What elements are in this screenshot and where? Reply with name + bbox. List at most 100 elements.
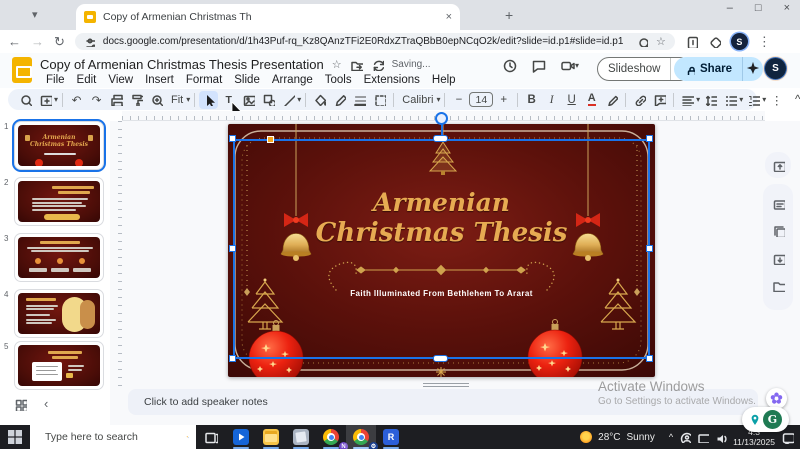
redo-icon[interactable]: ↷ [87, 91, 106, 109]
forward-icon[interactable]: → [31, 34, 44, 49]
tab-close-icon[interactable]: × [446, 11, 452, 23]
reading-list-icon[interactable] [685, 35, 698, 48]
star-document-icon[interactable]: ☆ [332, 58, 342, 71]
font-size-input[interactable]: 14 [469, 92, 493, 107]
fill-color-tool[interactable] [310, 91, 329, 109]
selection-handle-w[interactable] [229, 245, 236, 252]
bulleted-list-button[interactable] [721, 91, 740, 109]
network-icon[interactable] [697, 431, 709, 443]
menu-file[interactable]: File [40, 73, 71, 87]
card-view-button[interactable] [772, 197, 785, 215]
address-bar[interactable]: docs.google.com/presentation/d/1h43Puf-r… [75, 33, 675, 50]
align-button[interactable] [678, 91, 697, 109]
print-icon[interactable] [107, 91, 126, 109]
add-comment-button[interactable] [650, 91, 669, 109]
taskbar-app-movies[interactable] [226, 425, 256, 449]
zoom-dropdown-icon[interactable]: ▾ [186, 95, 190, 104]
search-url-icon[interactable] [637, 36, 648, 47]
task-view-button[interactable] [196, 425, 226, 449]
rotation-handle[interactable] [435, 112, 448, 125]
menu-format[interactable]: Format [180, 73, 228, 87]
slide-title-line1[interactable]: Armenian [228, 188, 655, 217]
menu-insert[interactable]: Insert [139, 73, 180, 87]
decrease-font-icon[interactable]: − [449, 91, 468, 109]
tab-search-icon[interactable]: ▾ [32, 8, 38, 21]
collapse-filmstrip-icon[interactable]: ‹ [44, 396, 48, 411]
border-weight-tool[interactable] [350, 91, 369, 109]
copy-image-button[interactable] [772, 224, 785, 242]
notification-center-icon[interactable] [781, 431, 794, 444]
browser-tab[interactable]: Copy of Armenian Christmas Th × [76, 4, 460, 30]
border-color-tool[interactable] [330, 91, 349, 109]
taskbar-app-explorer[interactable] [256, 425, 286, 449]
taskbar-app-chrome-profile1[interactable]: N [316, 425, 346, 449]
select-tool[interactable] [199, 91, 218, 109]
window-minimize-icon[interactable]: – [727, 2, 733, 14]
new-slide-icon[interactable] [36, 91, 55, 109]
hide-menus-icon[interactable]: ^ [788, 91, 800, 109]
insert-line-tool[interactable] [279, 91, 298, 109]
document-title[interactable]: Copy of Armenian Christmas Thesis Presen… [40, 57, 324, 72]
selection-handle-sw[interactable] [229, 355, 236, 362]
line-dropdown-icon[interactable]: ▾ [297, 95, 301, 104]
slide-thumbnail-4[interactable]: 4 [14, 289, 104, 338]
zoom-select[interactable]: Fit [167, 94, 187, 106]
border-dash-tool[interactable] [370, 91, 389, 109]
theme-anchor-handle[interactable] [267, 136, 274, 143]
notes-resize-handle[interactable] [423, 383, 469, 387]
selection-handle-nw[interactable] [229, 135, 236, 142]
selection-handle-s[interactable] [433, 355, 448, 362]
export-slide-button[interactable] [765, 152, 791, 178]
taskbar-search[interactable] [30, 425, 196, 449]
selection-handle-e[interactable] [646, 245, 653, 252]
slide-thumbnail-2[interactable]: 2 [14, 177, 104, 226]
slides-logo[interactable] [12, 57, 32, 83]
menu-slide[interactable]: Slide [228, 73, 266, 87]
menu-edit[interactable]: Edit [71, 73, 103, 87]
insert-image-tool[interactable] [239, 91, 258, 109]
new-tab-icon[interactable]: + [505, 7, 513, 23]
font-dropdown-icon[interactable]: ▾ [436, 95, 440, 104]
bold-button[interactable]: B [522, 91, 541, 109]
slide-thumbnail-1[interactable]: 1 Armenian Christmas Thesis [14, 121, 104, 170]
move-to-folder-icon[interactable] [350, 58, 363, 71]
selection-handle-n[interactable] [433, 135, 448, 142]
zoom-icon[interactable] [147, 91, 166, 109]
slide-thumbnail-3[interactable]: 3 [14, 233, 104, 282]
grid-view-icon[interactable] [14, 398, 27, 416]
meet-camera-icon[interactable] [560, 58, 575, 73]
bookmark-star-icon[interactable]: ☆ [656, 35, 666, 48]
taskbar-app-remote[interactable]: R [376, 425, 406, 449]
toolbar-more-icon[interactable]: ⋮ [767, 91, 786, 109]
browser-profile-avatar[interactable]: S [731, 33, 748, 50]
highlight-color-button[interactable] [602, 91, 621, 109]
selection-handle-ne[interactable] [646, 135, 653, 142]
save-image-button[interactable] [772, 252, 785, 270]
insert-link-button[interactable] [630, 91, 649, 109]
browser-menu-icon[interactable]: ⋮ [758, 34, 771, 50]
numbered-list-button[interactable] [744, 91, 763, 109]
taskbar-app-chrome-active[interactable]: ⚙ [346, 425, 376, 449]
slide-title-line2[interactable]: Christmas Thesis [228, 218, 655, 248]
undo-icon[interactable]: ↶ [67, 91, 86, 109]
version-history-icon[interactable] [502, 58, 517, 73]
menu-extensions[interactable]: Extensions [358, 73, 426, 87]
menu-help[interactable]: Help [426, 73, 462, 87]
window-maximize-icon[interactable]: □ [755, 2, 762, 14]
slide-thumbnail-5[interactable]: 5 [14, 341, 104, 390]
bulleted-list-dropdown-icon[interactable]: ▾ [739, 95, 743, 104]
align-dropdown-icon[interactable]: ▾ [696, 95, 700, 104]
extensions-icon[interactable] [708, 35, 721, 48]
new-slide-dropdown-icon[interactable]: ▾ [54, 95, 58, 104]
back-icon[interactable]: ← [8, 34, 21, 49]
meet-dropdown-icon[interactable]: ▾ [575, 61, 579, 70]
tray-expand-icon[interactable]: ^ [669, 432, 673, 442]
text-box-tool[interactable]: T [219, 91, 238, 109]
grammarly-widget[interactable]: G [742, 407, 789, 432]
weather-temperature[interactable]: 28°C [598, 432, 620, 443]
slide-subtitle[interactable]: Faith Illuminated From Bethlehem To Arar… [228, 289, 655, 298]
reload-icon[interactable]: ↻ [54, 34, 65, 50]
line-spacing-button[interactable] [701, 91, 720, 109]
comment-history-icon[interactable] [531, 58, 546, 73]
weather-condition[interactable]: Sunny [626, 432, 654, 443]
